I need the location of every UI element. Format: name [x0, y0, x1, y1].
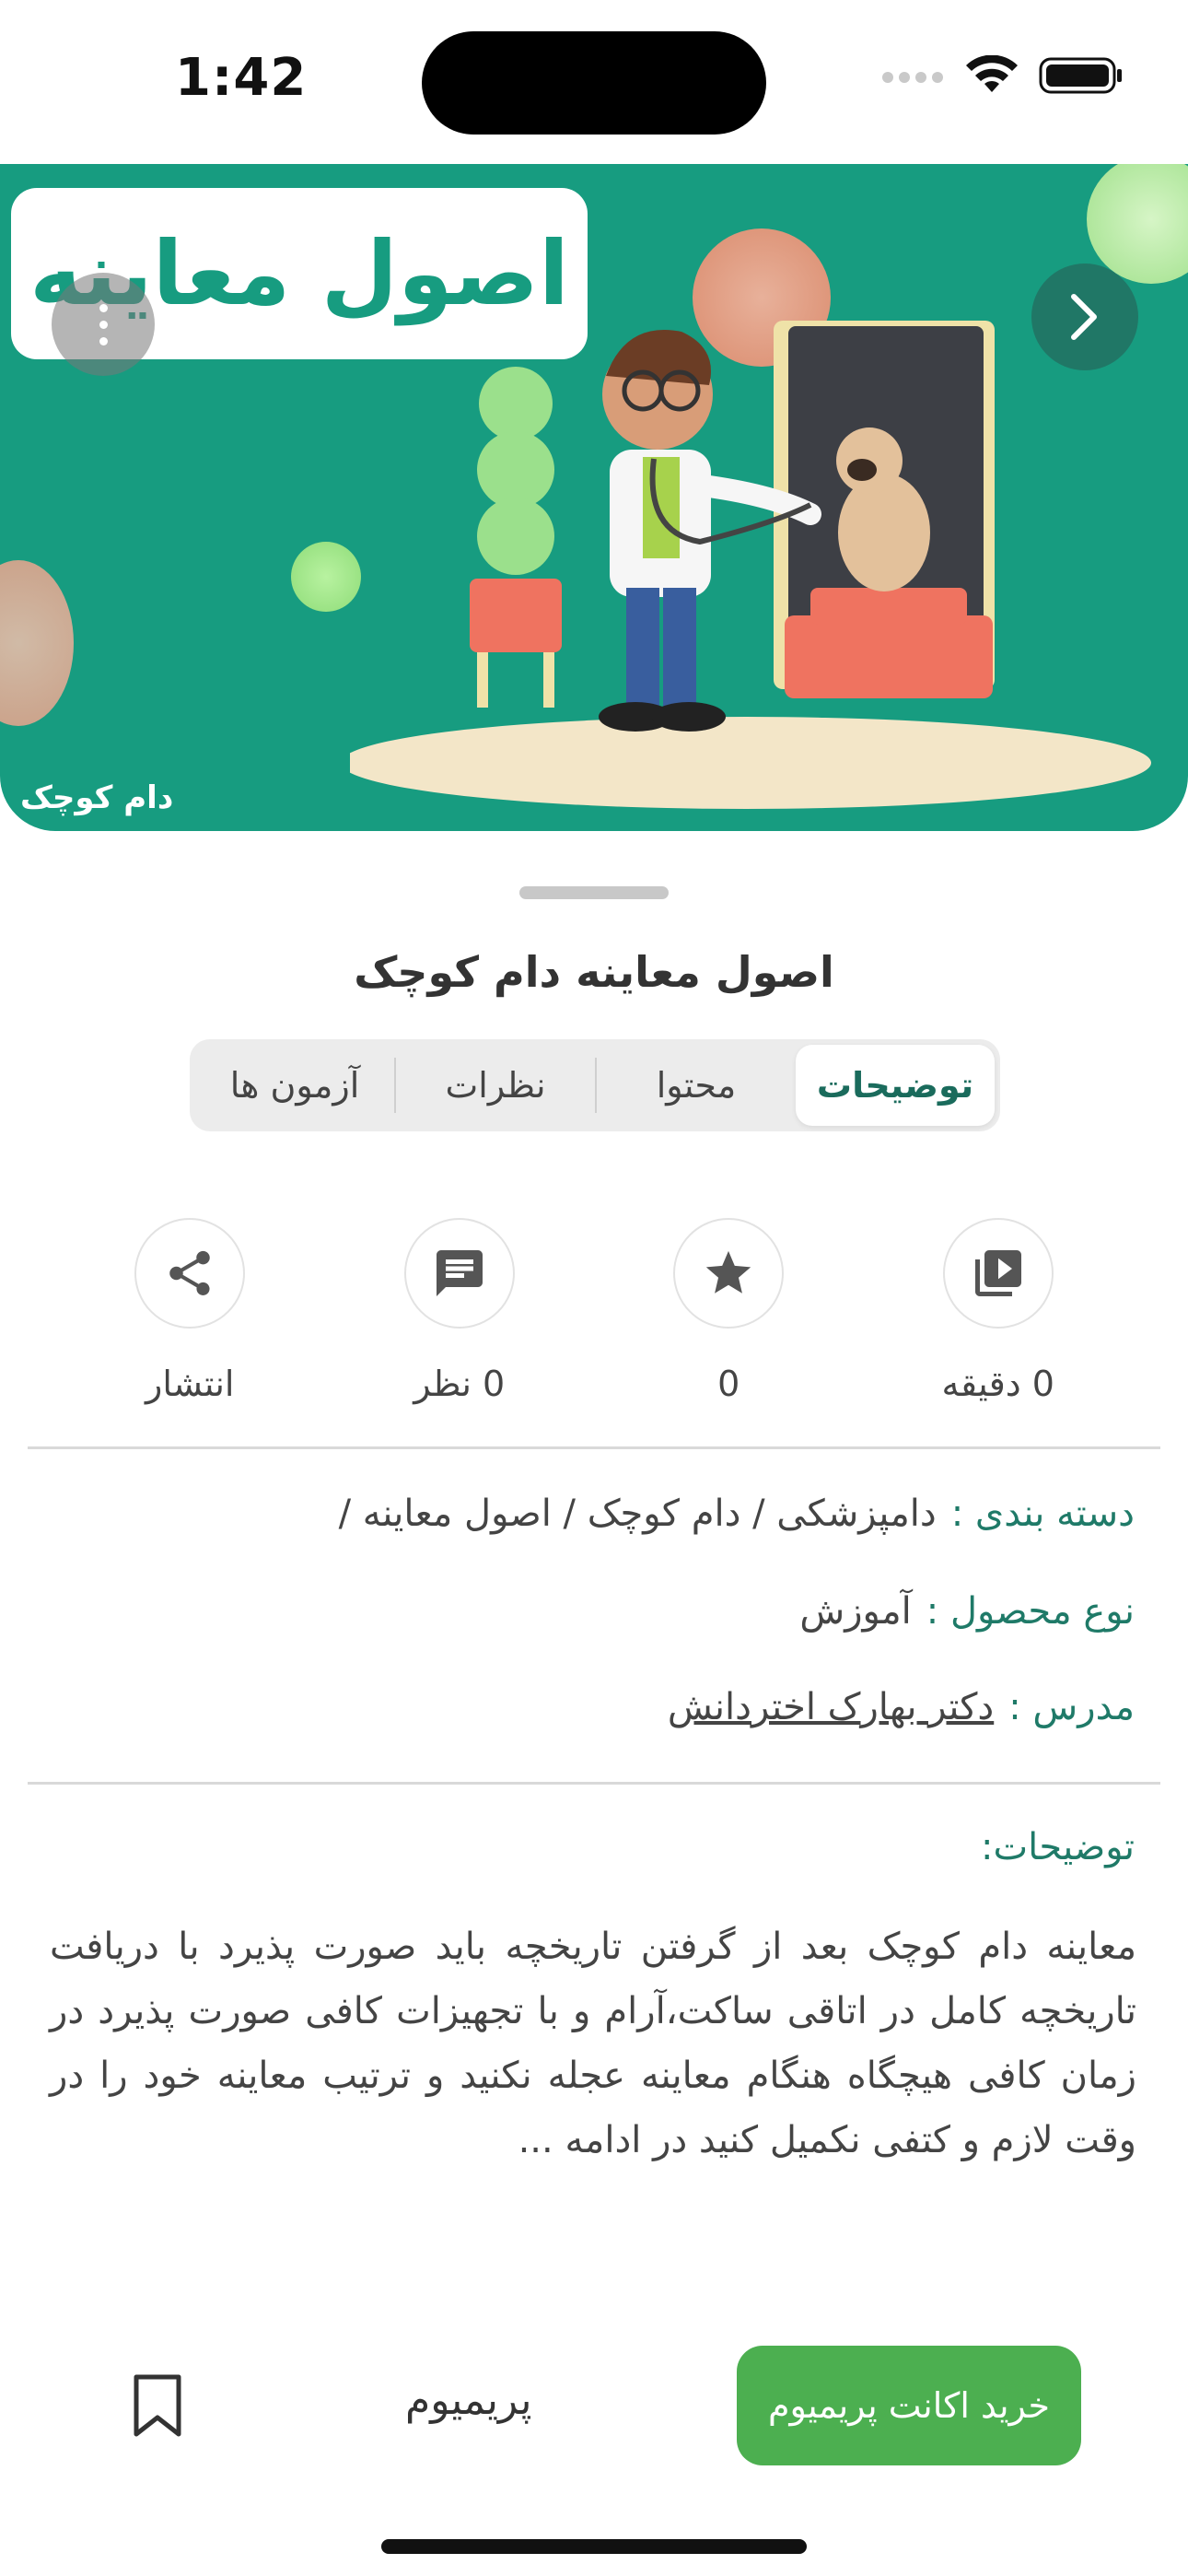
description-body: معاینه دام کوچک بعد از گرفتن تاریخچه بای…	[50, 1926, 1136, 2161]
teacher-key: مدرس :	[1008, 1686, 1135, 1728]
category-value: دامپزشکی / دام کوچک / اصول معاینه /	[338, 1493, 937, 1535]
stat-comments: 0 نظر	[349, 1218, 570, 1404]
course-hero-banner: اصول معاینه دام کوچک	[0, 164, 1188, 831]
next-slide-button[interactable]	[1031, 263, 1138, 370]
home-indicator	[381, 2539, 807, 2554]
dot	[99, 336, 108, 345]
buy-premium-button[interactable]: خرید اکانت پریمیوم	[737, 2346, 1081, 2465]
video-library-icon	[974, 1250, 1021, 1296]
duration-label: 0 دقیقه	[941, 1364, 1054, 1404]
share-button[interactable]	[134, 1218, 246, 1329]
battery-icon	[1039, 57, 1122, 94]
premium-label: پریمیوم	[405, 2377, 532, 2424]
status-time: 1:42	[175, 48, 308, 108]
course-stats: 0 دقیقه 0 0 نظر انتشار	[0, 1218, 1188, 1404]
comments-label: 0 نظر	[413, 1364, 506, 1404]
product-type-value: آموزش	[799, 1590, 912, 1633]
wifi-icon	[966, 55, 1018, 92]
divider	[28, 1446, 1160, 1449]
description-heading: توضیحات:	[981, 1826, 1135, 1868]
tab-content[interactable]: محتوا	[597, 1045, 796, 1126]
status-icons	[880, 55, 1124, 96]
rating-button[interactable]	[673, 1218, 785, 1329]
segmented-tabs: توضیحات محتوا نظرات آزمون ها	[190, 1039, 1000, 1131]
share-icon	[169, 1250, 210, 1295]
dot	[99, 303, 108, 312]
more-options-button[interactable]	[52, 273, 155, 376]
rating-label: 0	[717, 1364, 740, 1404]
tab-comments[interactable]: نظرات	[396, 1045, 595, 1126]
decor-bubble	[0, 560, 74, 726]
divider	[28, 1782, 1160, 1785]
info-teacher: مدرس : دکتر بهارک اختردانش	[668, 1686, 1135, 1728]
sheet-grabber[interactable]	[519, 886, 669, 899]
signal-icon	[882, 72, 943, 83]
info-category: دسته بندی : دامپزشکی / دام کوچک / اصول م…	[339, 1493, 1135, 1535]
share-label: انتشار	[146, 1364, 235, 1404]
tab-exams[interactable]: آزمون ها	[195, 1045, 394, 1126]
product-type-key: نوع محصول :	[926, 1590, 1135, 1633]
bookmark-icon	[134, 2374, 181, 2437]
bookmark-button[interactable]	[131, 2373, 184, 2443]
chevron-right-icon	[1071, 294, 1097, 340]
comments-button[interactable]	[403, 1218, 515, 1329]
stat-rating: 0	[618, 1218, 839, 1404]
star-icon	[706, 1250, 751, 1294]
teacher-link[interactable]: دکتر بهارک اختردانش	[668, 1686, 994, 1728]
dot	[99, 320, 108, 329]
hero-brand-label: دام کوچک	[20, 779, 174, 816]
stat-share: انتشار	[79, 1218, 300, 1404]
stat-duration: 0 دقیقه	[888, 1218, 1109, 1404]
dynamic-island	[422, 31, 766, 135]
duration-button[interactable]	[942, 1218, 1054, 1329]
info-product-type: نوع محصول : آموزش	[799, 1590, 1135, 1633]
comment-icon	[436, 1250, 483, 1296]
category-key: دسته بندی :	[950, 1493, 1135, 1535]
course-title: اصول معاینه دام کوچک	[354, 947, 834, 997]
tab-description[interactable]: توضیحات	[796, 1045, 995, 1126]
